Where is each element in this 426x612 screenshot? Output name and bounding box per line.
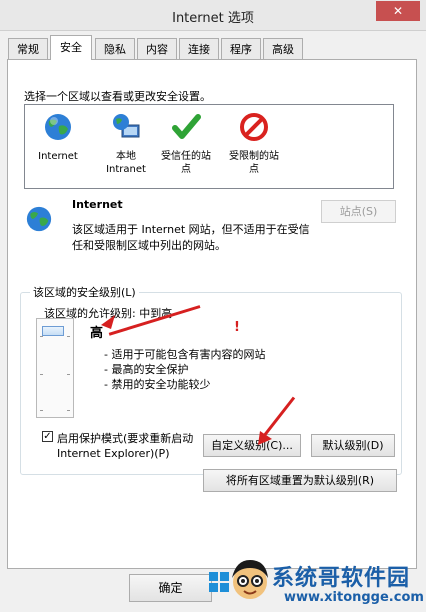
- tab-general[interactable]: 常规: [8, 38, 48, 59]
- security-level-label: 该区域的安全级别(L): [30, 284, 139, 300]
- slider-thumb[interactable]: [42, 326, 64, 336]
- tab-content[interactable]: 内容: [137, 38, 177, 59]
- level-bullet-3: - 禁用的安全功能较少: [104, 378, 211, 391]
- level-bullet-1: - 适用于可能包含有害内容的网站: [104, 348, 266, 361]
- slider-tick: [67, 410, 70, 411]
- zones-prompt: 选择一个区域以查看或更改安全设置。: [24, 90, 211, 103]
- slider-tick: [67, 336, 70, 337]
- slider-tick: [40, 336, 43, 337]
- mascot-logo-icon: [232, 560, 268, 599]
- window-title: Internet 选项: [172, 11, 254, 26]
- slider-tick: [40, 374, 43, 375]
- zone-trusted-label: 受信任的站 点: [161, 151, 211, 175]
- protected-mode-label: 启用保护模式(要求重新启动 Internet Explorer)(P): [57, 432, 194, 460]
- zone-trusted[interactable]: 受信任的站 点: [150, 112, 222, 176]
- tab-privacy[interactable]: 隐私: [95, 38, 135, 59]
- custom-level-button[interactable]: 自定义级别(C)...: [203, 434, 301, 457]
- default-level-button[interactable]: 默认级别(D): [311, 434, 395, 457]
- level-bullet-2: - 最高的安全保护: [104, 363, 189, 376]
- watermark-text: 系统哥软件园: [272, 566, 411, 591]
- tab-security[interactable]: 安全: [50, 35, 92, 60]
- ok-button[interactable]: 确定: [129, 574, 212, 602]
- checkmark-icon: [172, 114, 201, 139]
- intranet-icon: [113, 114, 140, 138]
- tab-connections[interactable]: 连接: [179, 38, 219, 59]
- reset-all-zones-button[interactable]: 将所有区域重置为默认级别(R): [203, 469, 397, 492]
- zone-restricted[interactable]: 受限制的站 点: [218, 112, 290, 176]
- sites-button[interactable]: 站点(S): [321, 200, 396, 223]
- prohibited-icon: [240, 113, 268, 141]
- arrowhead-icon: [101, 315, 115, 329]
- tab-advanced[interactable]: 高级: [263, 38, 303, 59]
- watermark-url: www.xitongge.com: [284, 590, 424, 605]
- annotation-mark: !: [234, 320, 240, 335]
- arrowhead-icon: [258, 431, 272, 445]
- close-icon: ✕: [392, 4, 404, 18]
- close-button[interactable]: ✕: [376, 1, 420, 21]
- zone-internet-label: Internet: [38, 151, 78, 162]
- zone-description: 该区域适用于 Internet 网站，但不适用于在受信任和受限制区域中列出的网站…: [72, 223, 310, 252]
- zone-title: Internet: [72, 198, 123, 211]
- protected-mode-checkbox[interactable]: ✓: [42, 431, 53, 442]
- globe-icon: [45, 114, 71, 140]
- globe-icon: [26, 206, 52, 232]
- tab-programs[interactable]: 程序: [221, 38, 261, 59]
- slider-tick: [40, 410, 43, 411]
- slider-tick: [67, 374, 70, 375]
- zone-internet[interactable]: Internet: [22, 112, 94, 163]
- zone-restricted-label: 受限制的站 点: [229, 151, 279, 175]
- windows-logo-icon: [209, 572, 229, 592]
